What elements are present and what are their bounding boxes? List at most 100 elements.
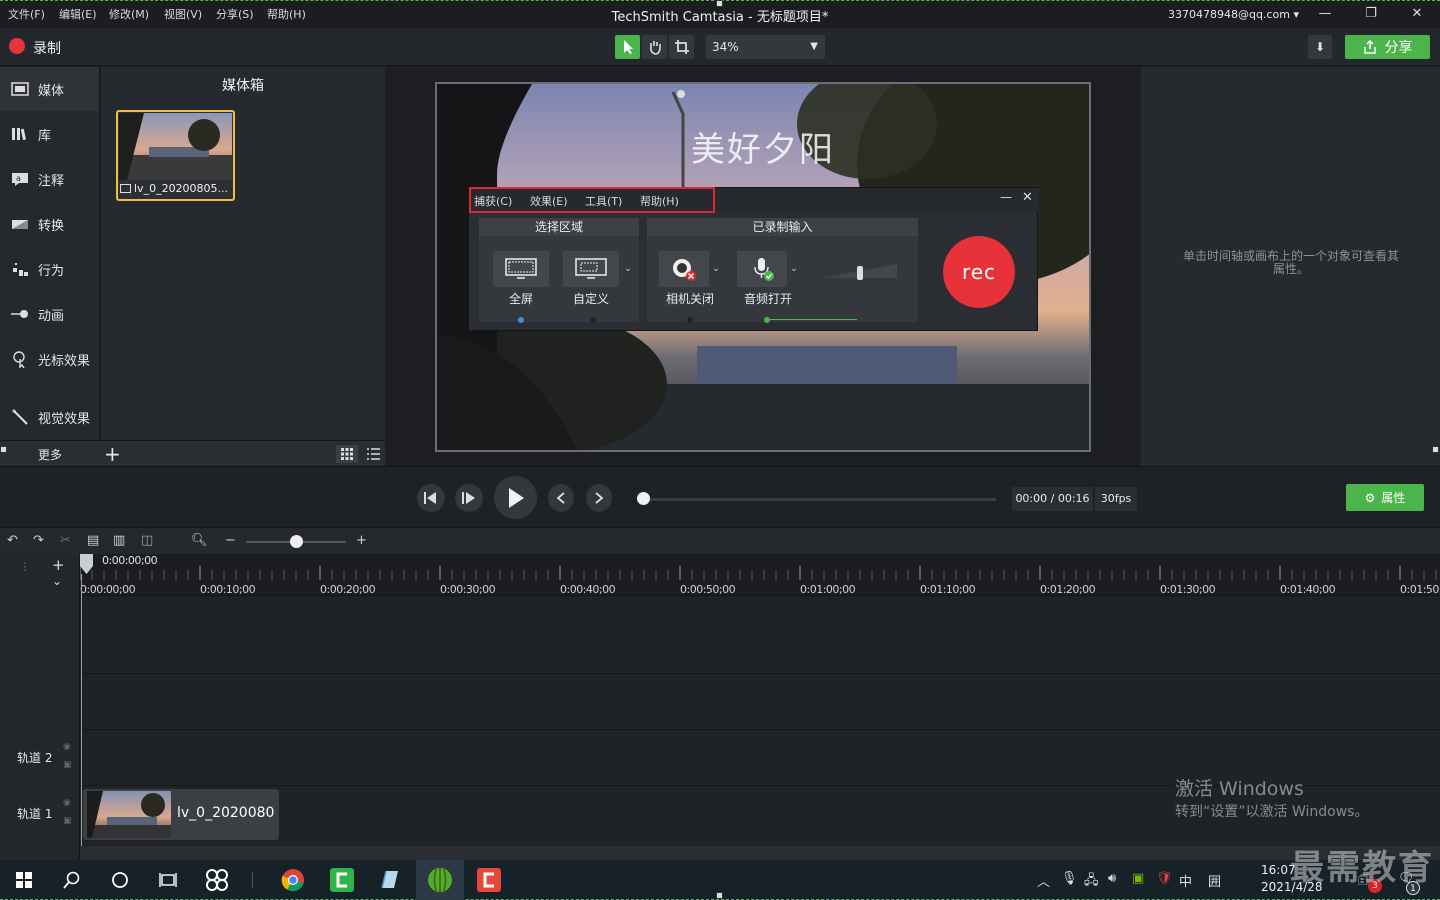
taskbar-app-melon[interactable]	[416, 860, 464, 900]
camera-toggle-button[interactable]	[659, 251, 709, 287]
zoom-in-button[interactable]: +	[356, 533, 367, 548]
sidebar-item-transitions[interactable]: 转换	[0, 202, 99, 246]
sidebar-item-animations[interactable]: 动画	[0, 292, 99, 336]
timeline-clip[interactable]: lv_0_2020080	[83, 789, 279, 840]
properties-button[interactable]: ⚙ 属性	[1346, 484, 1424, 511]
restore-button[interactable]: ❐	[1359, 6, 1383, 21]
volume-icon[interactable]: 🔊︎	[1108, 871, 1116, 886]
cortana-button[interactable]	[96, 860, 144, 900]
paste-icon[interactable]: ▥	[113, 533, 125, 548]
sidebar-item-media[interactable]: 媒体	[0, 67, 99, 111]
previous-marker-button[interactable]	[548, 484, 574, 512]
resize-handle[interactable]	[0, 446, 7, 453]
search-button[interactable]	[48, 860, 96, 900]
zoom-out-button[interactable]: −	[225, 533, 236, 548]
step-forward-button[interactable]	[455, 484, 483, 512]
add-icon[interactable]: +	[104, 442, 121, 466]
taskbar-divider	[252, 872, 253, 888]
pinwheel-app-icon	[206, 869, 228, 891]
audio-dropdown[interactable]: ⌄	[787, 251, 801, 287]
microphone-on-icon	[754, 258, 774, 281]
recorder-menubar: 捕获(C) 效果(E) 工具(T) 帮助(H) — ✕	[469, 187, 1039, 213]
timeline-zoom-handle[interactable]	[290, 535, 303, 548]
eye-icon[interactable]: ◉	[63, 742, 71, 752]
audio-volume-slider[interactable]	[819, 260, 899, 282]
rec-button[interactable]: rec	[943, 236, 1015, 308]
close-button[interactable]: ✕	[1405, 6, 1429, 21]
split-icon[interactable]: ◫	[141, 533, 153, 548]
timeline-horizontal-scrollbar[interactable]	[80, 846, 1440, 860]
add-track-button[interactable]: +	[52, 556, 65, 574]
recorder-close-button[interactable]: ✕	[1022, 190, 1033, 205]
redo-icon[interactable]: ↷	[33, 533, 44, 548]
next-marker-button[interactable]	[586, 484, 612, 512]
track-row-empty[interactable]	[80, 618, 1440, 674]
copy-icon[interactable]: ▤	[87, 533, 99, 548]
playback-scrubber[interactable]	[643, 498, 996, 501]
cut-icon[interactable]: ✂	[60, 533, 71, 548]
taskbar-app-camtasia-green[interactable]	[318, 860, 366, 900]
zoom-select[interactable]: 34% ▼	[706, 35, 825, 59]
microphone-icon[interactable]: 🎙︎	[1061, 871, 1078, 886]
play-button[interactable]	[494, 476, 537, 519]
input-mode-icon[interactable]: 囲	[1208, 871, 1221, 890]
recorder-menu-effects[interactable]: 效果(E)	[530, 193, 568, 209]
account-menu[interactable]: 3370478948@qq.com ▾	[1168, 8, 1299, 21]
record-button[interactable]: 录制	[33, 38, 61, 58]
taskbar-app-pinwheel[interactable]	[193, 860, 241, 900]
track-row-empty[interactable]	[80, 674, 1440, 730]
network-icon[interactable]: 🖧︎	[1084, 871, 1099, 893]
sidebar-item-visual-effects[interactable]: 视觉效果	[0, 395, 99, 439]
taskbar-app-chrome[interactable]	[269, 860, 317, 900]
resize-handle[interactable]	[1432, 446, 1439, 453]
share-button[interactable]: 分享	[1345, 35, 1430, 59]
resize-handle[interactable]	[716, 0, 723, 7]
taskbar-app-notepad[interactable]	[366, 860, 414, 900]
collapse-tracks-button[interactable]: ⌄	[52, 574, 62, 588]
resize-handle[interactable]	[716, 892, 723, 899]
track-drag-handle-icon[interactable]: ⋮	[20, 563, 30, 573]
undo-icon[interactable]: ↶	[7, 533, 18, 548]
recorded-inputs-panel: 已录制输入 ⌄ 相机关闭 ⌄ 音频打开	[647, 218, 918, 323]
fullscreen-button[interactable]	[493, 251, 549, 287]
custom-area-dropdown[interactable]: ⌄	[621, 251, 635, 287]
show-hidden-icons-button[interactable]: ︿	[1037, 871, 1050, 890]
chevron-down-icon: ⌄	[712, 264, 720, 274]
media-item[interactable]: lv_0_20200805...	[116, 110, 235, 201]
pan-tool-button[interactable]	[642, 35, 667, 59]
recorder-menu-tools[interactable]: 工具(T)	[585, 193, 622, 209]
crop-tool-button[interactable]	[669, 35, 694, 59]
more-button[interactable]: 更多	[38, 446, 62, 463]
lock-icon[interactable]: ▣	[63, 760, 72, 770]
download-button[interactable]: ⬇	[1308, 35, 1332, 59]
taskbar-app-camtasia-recorder[interactable]	[465, 860, 513, 900]
sidebar-item-behaviors[interactable]: 行为	[0, 247, 99, 291]
timeline-ruler[interactable]: 0:00:00;00 0:00:00;00 0:00:10;00 0:00:20…	[80, 554, 1440, 596]
ime-indicator[interactable]: 中	[1179, 871, 1192, 890]
list-view-button[interactable]	[362, 445, 384, 463]
eye-icon[interactable]: ◉	[63, 798, 71, 808]
select-tool-button[interactable]	[615, 35, 640, 59]
scrubber-handle[interactable]	[637, 492, 650, 505]
canvas-preview[interactable]: 美好夕阳 捕获(C) 效果(E) 工具(T) 帮助(H) — ✕ 选择区域 全屏	[435, 82, 1091, 452]
security-shield-icon[interactable]: 🛡︎	[1156, 871, 1173, 886]
sidebar-item-cursor-effects[interactable]: 光标效果	[0, 337, 99, 381]
recorder-minimize-button[interactable]: —	[1000, 190, 1012, 204]
recorder-menu-help[interactable]: 帮助(H)	[640, 193, 679, 209]
lock-icon[interactable]: ▣	[63, 816, 72, 826]
record-icon[interactable]	[9, 38, 25, 54]
step-back-icon	[424, 492, 436, 504]
start-button[interactable]	[0, 860, 48, 900]
minimize-button[interactable]: —	[1313, 6, 1337, 21]
sidebar-item-library[interactable]: 库	[0, 112, 99, 156]
recorder-menu-capture[interactable]: 捕获(C)	[474, 193, 512, 209]
task-view-button[interactable]	[144, 860, 192, 900]
sidebar-item-annotations[interactable]: a 注释	[0, 157, 99, 201]
audio-toggle-button[interactable]	[737, 251, 787, 287]
step-back-button[interactable]	[417, 484, 445, 512]
grid-view-button[interactable]	[336, 445, 358, 463]
nvidia-icon[interactable]: ▣	[1132, 871, 1144, 886]
input-indicator-dot	[764, 317, 770, 323]
custom-area-button[interactable]	[563, 251, 619, 287]
camera-dropdown[interactable]: ⌄	[709, 251, 723, 287]
